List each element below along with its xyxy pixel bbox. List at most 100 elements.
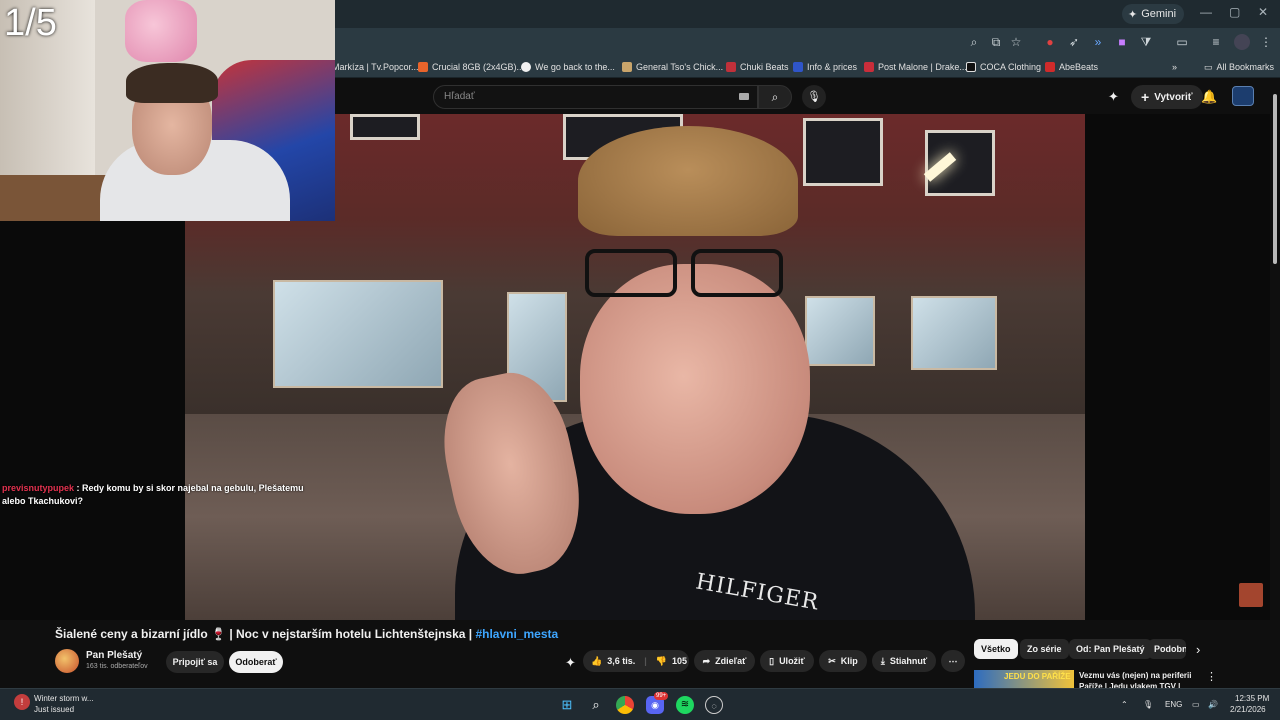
volume-icon[interactable]: 🔊	[1208, 700, 1218, 709]
bookmark-item[interactable]: Markíza | Tv.Popcor...	[332, 60, 419, 74]
webcam-person-hair	[126, 63, 218, 103]
spotify-icon[interactable]: ≋	[676, 696, 694, 714]
windows-start-icon[interactable]: ⊞	[558, 696, 576, 714]
video-shop-window	[911, 296, 997, 370]
chip-related[interactable]: Podobné	[1148, 639, 1186, 659]
chip-series[interactable]: Zo série	[1020, 639, 1069, 659]
save-button[interactable]: ▯ Uložiť	[760, 650, 814, 672]
account-avatar[interactable]	[1232, 86, 1254, 106]
chip-all[interactable]: Všetko	[974, 639, 1018, 659]
search-input[interactable]: Hľadať	[433, 85, 758, 109]
bookmark-icon: ▯	[769, 655, 775, 666]
chip-from-channel[interactable]: Od: Pan Plešatý	[1069, 639, 1152, 659]
webcam-desk	[0, 175, 110, 221]
bookmark-item[interactable]: AbeBeats	[1045, 60, 1098, 74]
windows-taskbar: ! Winter storm w... Just issued ⊞ ⌕ ◉ 99…	[0, 688, 1280, 720]
clock-date[interactable]: 2/21/2026	[1230, 705, 1266, 714]
weather-alert-icon[interactable]: !	[14, 694, 30, 710]
keyboard-icon[interactable]	[739, 93, 749, 100]
like-count[interactable]: 3,6 tis.	[607, 656, 635, 666]
maximize-icon[interactable]: ▢	[1229, 5, 1240, 19]
bookmark-item[interactable]: Chuki Beats	[726, 60, 789, 74]
scissors-icon: ✂	[828, 655, 836, 666]
taskbar-search-icon[interactable]: ⌕	[587, 696, 605, 714]
minimize-icon[interactable]: —	[1200, 5, 1212, 19]
thumb-up-icon[interactable]: 👍	[591, 656, 602, 667]
bookmark-item[interactable]: We go back to the...	[521, 60, 615, 74]
webcam-plush-toy	[125, 0, 197, 62]
extension-bird-icon[interactable]: ➶	[1066, 34, 1082, 50]
network-icon[interactable]: ▭	[1192, 700, 1200, 709]
profile-avatar-icon[interactable]	[1234, 34, 1250, 50]
thumb-down-icon[interactable]: 👎	[656, 656, 667, 667]
divider: |	[644, 656, 647, 666]
join-button[interactable]: Pripojiť sa	[166, 651, 224, 673]
search-icon: ⌕	[771, 90, 779, 104]
bookmark-favicon-icon	[966, 62, 976, 72]
video-person-glasses	[585, 249, 785, 299]
language-indicator[interactable]: ENG	[1165, 700, 1182, 709]
bookmark-item[interactable]: Post Malone | Drake...	[864, 60, 967, 74]
gemini-label: Gemini	[1141, 8, 1177, 20]
menu-dots-icon[interactable]: ⋮	[1258, 34, 1274, 50]
scrollbar-thumb[interactable]	[1273, 94, 1277, 264]
bookmark-item[interactable]: Crucial 8GB (2x4GB)...	[418, 60, 524, 74]
zoom-icon[interactable]: ⌕	[966, 34, 982, 50]
all-bookmarks-button[interactable]: ▭ All Bookmarks	[1204, 60, 1274, 74]
recording-app-icon[interactable]: ◌	[705, 696, 723, 714]
extension-purple-icon[interactable]: ■	[1114, 34, 1130, 50]
video-end-thumbnail[interactable]	[1239, 583, 1263, 607]
clip-button[interactable]: ✂ Klip	[819, 650, 867, 672]
like-dislike-group: 👍 3,6 tis. | 👎 105	[583, 650, 689, 672]
bookmark-favicon-icon	[1045, 62, 1055, 72]
search-placeholder: Hľadať	[444, 91, 475, 102]
bookmark-item[interactable]: Info & prices	[793, 60, 857, 74]
bookmark-star-icon[interactable]: ☆	[1008, 34, 1024, 50]
close-icon[interactable]: ✕	[1258, 5, 1268, 19]
cast-icon[interactable]: ▭	[1174, 34, 1190, 50]
video-title-text: Šialené ceny a bizarní jídlo 🍷 | Noc v n…	[55, 627, 476, 641]
discord-badge: 99+	[654, 692, 669, 700]
extensions-puzzle-icon[interactable]: ⧩	[1138, 34, 1154, 50]
microphone-tray-icon[interactable]: 🎙	[1143, 700, 1153, 709]
video-title: Šialené ceny a bizarní jídlo 🍷 | Noc v n…	[55, 627, 558, 641]
dislike-count[interactable]: 105	[672, 656, 687, 666]
gemini-icon: ✦	[1128, 8, 1138, 21]
install-app-icon[interactable]: ⧉	[988, 34, 1004, 50]
share-button[interactable]: ➦ Zdieľať	[694, 650, 755, 672]
reading-list-icon[interactable]: ≡	[1208, 34, 1224, 50]
voice-search-button[interactable]: 🎙	[802, 85, 826, 109]
tray-overflow-icon[interactable]: ⌃	[1121, 700, 1128, 709]
notifications-bell-icon[interactable]: 🔔	[1201, 89, 1217, 105]
bookmark-item[interactable]: General Tso's Chick...	[622, 60, 723, 74]
gemini-button[interactable]: ✦ Gemini	[1122, 4, 1185, 24]
channel-name[interactable]: Pan Plešatý	[86, 650, 142, 661]
chevron-right-icon[interactable]: ›	[1196, 642, 1200, 657]
download-button[interactable]: ⤓ Stiahnuť	[872, 650, 936, 672]
gemini-sparkle-icon[interactable]: ✦	[1108, 89, 1119, 105]
chat-username: previsnutypupek	[2, 483, 75, 493]
chat-message: previsnutypupek : Redy komu by si skor n…	[2, 482, 312, 508]
ask-sparkle-icon[interactable]: ✦	[565, 655, 576, 671]
more-actions-button[interactable]: ⋯	[941, 650, 965, 672]
clock-time[interactable]: 12:35 PM	[1235, 694, 1269, 703]
extension-wave-icon[interactable]: »	[1090, 34, 1106, 50]
extension-red-icon[interactable]: ●	[1042, 34, 1058, 50]
search-button[interactable]: ⌕	[758, 85, 792, 109]
recommended-more-icon[interactable]: ⋮	[1206, 670, 1217, 683]
bookmarks-overflow-icon[interactable]: »	[1172, 60, 1177, 74]
subscribe-button[interactable]: Odoberať	[229, 651, 283, 673]
bookmark-item[interactable]: COCA Clothing	[966, 60, 1041, 74]
chrome-icon[interactable]	[616, 696, 634, 714]
video-hashtag-link[interactable]: #hlavni_mesta	[475, 627, 558, 641]
page-scrollbar[interactable]	[1270, 78, 1280, 688]
recommended-video-thumbnail[interactable]: JEDU DO PAŘÍŽE	[974, 670, 1074, 688]
channel-avatar[interactable]	[55, 649, 79, 673]
create-button[interactable]: + Vytvoriť	[1131, 85, 1203, 109]
stream-counter: 1/5	[4, 2, 57, 44]
create-label: Vytvoriť	[1154, 91, 1193, 103]
share-icon: ➦	[702, 655, 711, 666]
video-shop-window	[805, 296, 875, 366]
weather-alert-subtitle[interactable]: Just issued	[34, 705, 74, 714]
weather-alert-title[interactable]: Winter storm w...	[34, 694, 94, 703]
